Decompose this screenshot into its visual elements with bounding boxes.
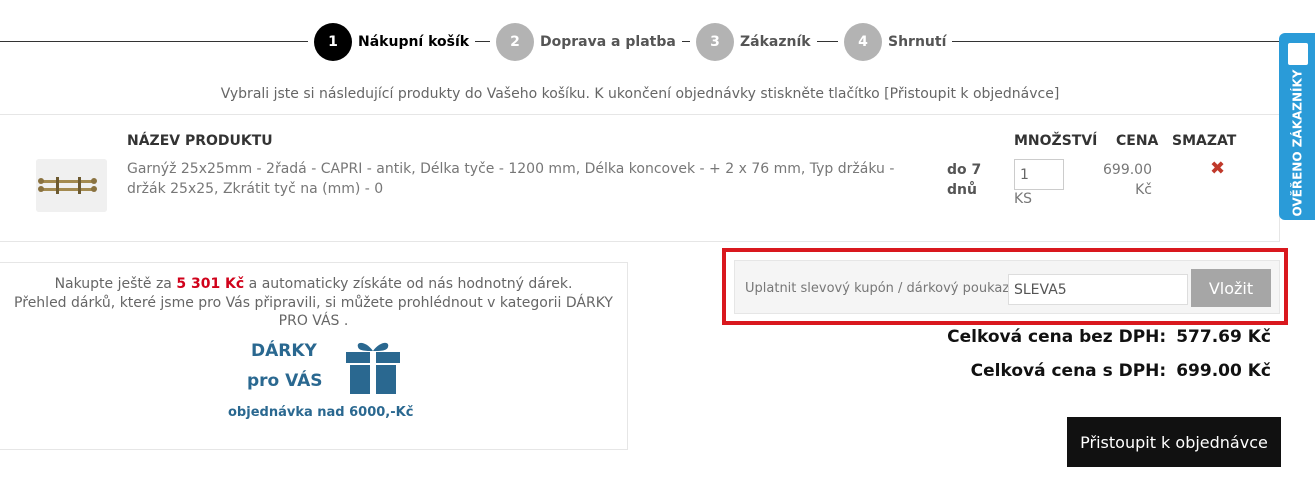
order-totals: Celková cena bez DPH: 577.69 Kč Celková c… — [947, 326, 1271, 394]
product-name-link[interactable]: Garnýž 25x25mm - 2řadá - CAPRI - antik, … — [127, 159, 927, 199]
quantity-unit: KS — [1014, 191, 1033, 207]
gift-text-after: a automaticky získáte od nás hodnotný dá… — [244, 276, 573, 292]
total-without-vat: Celková cena bez DPH: 577.69 Kč — [947, 326, 1271, 360]
total-with-vat-label: Celková cena s DPH: — [970, 361, 1167, 381]
verified-badge-icon — [1288, 43, 1308, 65]
header-delete: SMAZAT — [1172, 133, 1237, 149]
step-summary[interactable]: 4 Shrnutí — [838, 22, 953, 62]
step-label: Shrnutí — [888, 34, 947, 50]
gift-banner[interactable]: DÁRKY pro VÁS objednávka nad 6000,-Kč — [228, 339, 428, 429]
delivery-time: do 7 dnů — [947, 162, 982, 198]
total-with-vat-value: 699.00 Kč — [1176, 361, 1271, 381]
total-without-vat-label: Celková cena bez DPH: — [947, 327, 1167, 347]
step-label: Doprava a platba — [540, 34, 676, 50]
total-with-vat: Celková cena s DPH: 699.00 Kč — [947, 360, 1271, 394]
quantity-input[interactable] — [1014, 159, 1064, 190]
cart-intro-text: Vybrali jste si následující produkty do … — [220, 86, 1060, 102]
gift-text-before: Nakupte ještě za — [54, 276, 177, 292]
verified-tab-label: OVĚŘENO ZÁKAZNÍKY — [1290, 69, 1304, 217]
verified-by-customers-tab[interactable]: OVĚŘENO ZÁKAZNÍKY — [1279, 33, 1315, 220]
coupon-label: Uplatnit slevový kupón / dárkový poukaz — [745, 281, 1010, 296]
close-x-icon[interactable]: ✖ — [1210, 158, 1225, 179]
step-shipping-payment[interactable]: 2 Doprava a platba — [490, 22, 682, 62]
item-price: 699.00 Kč — [1103, 162, 1152, 198]
gift-banner-subtitle: pro VÁS — [247, 371, 323, 391]
checkout-steps: 1 Nákupní košík 2 Doprava a platba 3 Zák… — [0, 22, 1315, 62]
gift-banner-condition: objednávka nad 6000,-Kč — [228, 405, 414, 420]
gift-info-text: Přehled dárků, které jsme pro Vás připra… — [14, 295, 613, 329]
step-label: Zákazník — [740, 34, 811, 50]
verified-tab-text-wrap: OVĚŘENO ZÁKAZNÍKY — [1279, 70, 1315, 217]
proceed-to-order-button[interactable]: Přistoupit k objednávce — [1067, 417, 1281, 467]
header-price: CENA — [1116, 133, 1159, 149]
gift-banner-title: DÁRKY — [251, 341, 317, 361]
step-cart[interactable]: 1 Nákupní košík — [308, 22, 476, 62]
gift-remaining-text: Nakupte ještě za 5 301 Kč a automaticky … — [0, 276, 627, 292]
step-customer[interactable]: 3 Zákazník — [690, 22, 817, 62]
gift-remaining-amount: 5 301 Kč — [176, 276, 245, 292]
step-number: 4 — [844, 23, 882, 61]
product-thumbnail[interactable] — [36, 159, 107, 212]
step-number: 1 — [314, 23, 352, 61]
apply-coupon-button[interactable]: Vložit — [1191, 269, 1271, 307]
step-label: Nákupní košík — [358, 34, 470, 50]
header-product-name: NÁZEV PRODUKTU — [127, 133, 273, 149]
coupon-code-input[interactable] — [1008, 274, 1188, 305]
cart-table: NÁZEV PRODUKTU MNOŽSTVÍ CENA SMAZAT Garn… — [0, 114, 1280, 242]
gift-promo-box: Nakupte ještě za 5 301 Kč a automaticky … — [0, 262, 628, 450]
step-number: 3 — [696, 23, 734, 61]
coupon-form: Uplatnit slevový kupón / dárkový poukaz … — [734, 260, 1280, 314]
total-without-vat-value: 577.69 Kč — [1176, 327, 1271, 347]
gift-icon — [346, 342, 400, 394]
header-quantity: MNOŽSTVÍ — [1014, 133, 1098, 149]
step-number: 2 — [496, 23, 534, 61]
